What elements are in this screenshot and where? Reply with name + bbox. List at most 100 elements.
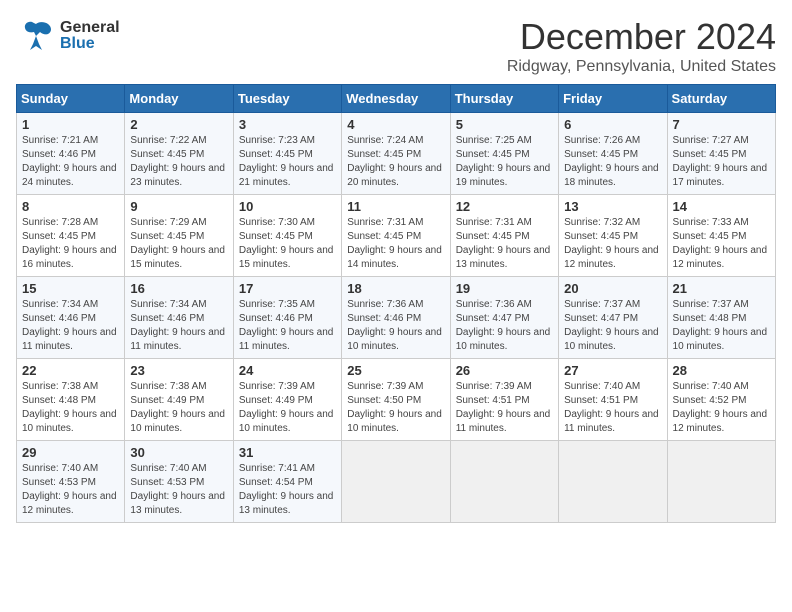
calendar-day-cell: 5 Sunrise: 7:25 AMSunset: 4:45 PMDayligh… [450, 113, 558, 195]
calendar-day-cell: 28 Sunrise: 7:40 AMSunset: 4:52 PMDaylig… [667, 359, 775, 441]
day-number: 25 [347, 363, 444, 378]
location: Ridgway, Pennsylvania, United States [507, 58, 776, 76]
day-info: Sunrise: 7:40 AMSunset: 4:51 PMDaylight:… [564, 381, 659, 434]
day-number: 23 [130, 363, 227, 378]
day-number: 7 [673, 117, 770, 132]
calendar-week-row: 1 Sunrise: 7:21 AMSunset: 4:46 PMDayligh… [17, 113, 776, 195]
page-header: General Blue December 2024 Ridgway, Penn… [16, 16, 776, 76]
calendar-day-cell: 14 Sunrise: 7:33 AMSunset: 4:45 PMDaylig… [667, 195, 775, 277]
day-info: Sunrise: 7:39 AMSunset: 4:49 PMDaylight:… [239, 381, 334, 434]
day-number: 5 [456, 117, 553, 132]
calendar-day-cell: 16 Sunrise: 7:34 AMSunset: 4:46 PMDaylig… [125, 277, 233, 359]
day-of-week-header: Sunday [17, 85, 125, 113]
day-info: Sunrise: 7:30 AMSunset: 4:45 PMDaylight:… [239, 217, 334, 270]
calendar-day-cell: 30 Sunrise: 7:40 AMSunset: 4:53 PMDaylig… [125, 441, 233, 523]
day-number: 2 [130, 117, 227, 132]
calendar-day-cell: 3 Sunrise: 7:23 AMSunset: 4:45 PMDayligh… [233, 113, 341, 195]
calendar-day-cell: 24 Sunrise: 7:39 AMSunset: 4:49 PMDaylig… [233, 359, 341, 441]
day-info: Sunrise: 7:28 AMSunset: 4:45 PMDaylight:… [22, 217, 117, 270]
day-number: 31 [239, 445, 336, 460]
calendar-day-cell: 20 Sunrise: 7:37 AMSunset: 4:47 PMDaylig… [559, 277, 667, 359]
day-info: Sunrise: 7:26 AMSunset: 4:45 PMDaylight:… [564, 135, 659, 188]
calendar-day-cell: 1 Sunrise: 7:21 AMSunset: 4:46 PMDayligh… [17, 113, 125, 195]
day-number: 17 [239, 281, 336, 296]
calendar-day-cell: 26 Sunrise: 7:39 AMSunset: 4:51 PMDaylig… [450, 359, 558, 441]
day-info: Sunrise: 7:35 AMSunset: 4:46 PMDaylight:… [239, 299, 334, 352]
day-of-week-header: Wednesday [342, 85, 450, 113]
day-info: Sunrise: 7:29 AMSunset: 4:45 PMDaylight:… [130, 217, 225, 270]
day-info: Sunrise: 7:31 AMSunset: 4:45 PMDaylight:… [347, 217, 442, 270]
day-number: 9 [130, 199, 227, 214]
day-info: Sunrise: 7:39 AMSunset: 4:50 PMDaylight:… [347, 381, 442, 434]
day-info: Sunrise: 7:38 AMSunset: 4:48 PMDaylight:… [22, 381, 117, 434]
calendar-week-row: 29 Sunrise: 7:40 AMSunset: 4:53 PMDaylig… [17, 441, 776, 523]
day-number: 4 [347, 117, 444, 132]
day-number: 16 [130, 281, 227, 296]
calendar-day-cell [667, 441, 775, 523]
calendar-day-cell: 23 Sunrise: 7:38 AMSunset: 4:49 PMDaylig… [125, 359, 233, 441]
calendar-day-cell [559, 441, 667, 523]
calendar-day-cell: 10 Sunrise: 7:30 AMSunset: 4:45 PMDaylig… [233, 195, 341, 277]
calendar-day-cell: 9 Sunrise: 7:29 AMSunset: 4:45 PMDayligh… [125, 195, 233, 277]
calendar-day-cell: 2 Sunrise: 7:22 AMSunset: 4:45 PMDayligh… [125, 113, 233, 195]
day-info: Sunrise: 7:25 AMSunset: 4:45 PMDaylight:… [456, 135, 551, 188]
day-number: 13 [564, 199, 661, 214]
day-of-week-header: Thursday [450, 85, 558, 113]
day-info: Sunrise: 7:37 AMSunset: 4:48 PMDaylight:… [673, 299, 768, 352]
day-info: Sunrise: 7:40 AMSunset: 4:52 PMDaylight:… [673, 381, 768, 434]
day-info: Sunrise: 7:34 AMSunset: 4:46 PMDaylight:… [130, 299, 225, 352]
logo-blue: Blue [60, 36, 120, 52]
day-number: 3 [239, 117, 336, 132]
calendar-week-row: 8 Sunrise: 7:28 AMSunset: 4:45 PMDayligh… [17, 195, 776, 277]
day-info: Sunrise: 7:39 AMSunset: 4:51 PMDaylight:… [456, 381, 551, 434]
calendar-day-cell: 22 Sunrise: 7:38 AMSunset: 4:48 PMDaylig… [17, 359, 125, 441]
calendar-day-cell: 11 Sunrise: 7:31 AMSunset: 4:45 PMDaylig… [342, 195, 450, 277]
day-of-week-header: Monday [125, 85, 233, 113]
calendar-table: SundayMondayTuesdayWednesdayThursdayFrid… [16, 84, 776, 523]
day-info: Sunrise: 7:23 AMSunset: 4:45 PMDaylight:… [239, 135, 334, 188]
day-number: 1 [22, 117, 119, 132]
day-number: 24 [239, 363, 336, 378]
calendar-day-cell: 17 Sunrise: 7:35 AMSunset: 4:46 PMDaylig… [233, 277, 341, 359]
day-number: 19 [456, 281, 553, 296]
day-number: 12 [456, 199, 553, 214]
day-number: 29 [22, 445, 119, 460]
day-info: Sunrise: 7:32 AMSunset: 4:45 PMDaylight:… [564, 217, 659, 270]
calendar-week-row: 15 Sunrise: 7:34 AMSunset: 4:46 PMDaylig… [17, 277, 776, 359]
day-number: 11 [347, 199, 444, 214]
day-info: Sunrise: 7:34 AMSunset: 4:46 PMDaylight:… [22, 299, 117, 352]
calendar-week-row: 22 Sunrise: 7:38 AMSunset: 4:48 PMDaylig… [17, 359, 776, 441]
day-info: Sunrise: 7:33 AMSunset: 4:45 PMDaylight:… [673, 217, 768, 270]
day-info: Sunrise: 7:40 AMSunset: 4:53 PMDaylight:… [130, 463, 225, 516]
calendar-day-cell [450, 441, 558, 523]
calendar-day-cell: 21 Sunrise: 7:37 AMSunset: 4:48 PMDaylig… [667, 277, 775, 359]
calendar-header-row: SundayMondayTuesdayWednesdayThursdayFrid… [17, 85, 776, 113]
day-number: 6 [564, 117, 661, 132]
calendar-day-cell: 31 Sunrise: 7:41 AMSunset: 4:54 PMDaylig… [233, 441, 341, 523]
calendar-day-cell: 18 Sunrise: 7:36 AMSunset: 4:46 PMDaylig… [342, 277, 450, 359]
day-number: 15 [22, 281, 119, 296]
day-number: 8 [22, 199, 119, 214]
calendar-day-cell: 4 Sunrise: 7:24 AMSunset: 4:45 PMDayligh… [342, 113, 450, 195]
day-info: Sunrise: 7:21 AMSunset: 4:46 PMDaylight:… [22, 135, 117, 188]
calendar-day-cell: 25 Sunrise: 7:39 AMSunset: 4:50 PMDaylig… [342, 359, 450, 441]
day-info: Sunrise: 7:36 AMSunset: 4:46 PMDaylight:… [347, 299, 442, 352]
calendar-day-cell: 29 Sunrise: 7:40 AMSunset: 4:53 PMDaylig… [17, 441, 125, 523]
day-number: 28 [673, 363, 770, 378]
calendar-day-cell: 12 Sunrise: 7:31 AMSunset: 4:45 PMDaylig… [450, 195, 558, 277]
day-info: Sunrise: 7:37 AMSunset: 4:47 PMDaylight:… [564, 299, 659, 352]
calendar-day-cell: 6 Sunrise: 7:26 AMSunset: 4:45 PMDayligh… [559, 113, 667, 195]
day-number: 14 [673, 199, 770, 214]
day-number: 21 [673, 281, 770, 296]
calendar-day-cell: 8 Sunrise: 7:28 AMSunset: 4:45 PMDayligh… [17, 195, 125, 277]
day-info: Sunrise: 7:41 AMSunset: 4:54 PMDaylight:… [239, 463, 334, 516]
logo: General Blue [16, 16, 120, 56]
day-number: 20 [564, 281, 661, 296]
day-info: Sunrise: 7:36 AMSunset: 4:47 PMDaylight:… [456, 299, 551, 352]
day-number: 10 [239, 199, 336, 214]
logo-general: General [60, 20, 120, 36]
calendar-day-cell: 19 Sunrise: 7:36 AMSunset: 4:47 PMDaylig… [450, 277, 558, 359]
day-of-week-header: Saturday [667, 85, 775, 113]
calendar-day-cell: 13 Sunrise: 7:32 AMSunset: 4:45 PMDaylig… [559, 195, 667, 277]
calendar-day-cell [342, 441, 450, 523]
